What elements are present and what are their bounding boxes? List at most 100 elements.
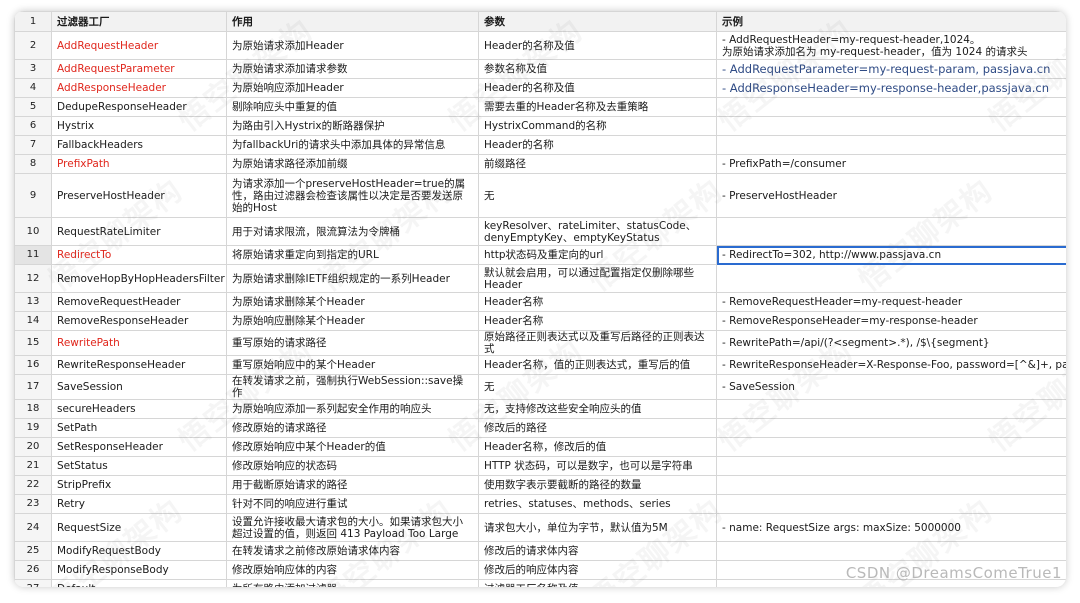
cell-parameters[interactable]: Header名称	[478, 311, 717, 331]
row-number[interactable]: 21	[14, 456, 52, 476]
cell-example[interactable]	[716, 475, 1066, 495]
cell-purpose[interactable]: 为fallbackUri的请求头中添加具体的异常信息	[226, 135, 479, 155]
cell-purpose[interactable]: 重写原始响应中的某个Header	[226, 355, 479, 375]
cell-purpose[interactable]: 修改原始响应体的内容	[226, 560, 479, 580]
cell-filter-name[interactable]: RequestSize	[51, 513, 227, 542]
cell-filter-name[interactable]: ModifyRequestBody	[51, 541, 227, 561]
cell-filter-name[interactable]: RewritePath	[51, 330, 227, 356]
cell-purpose[interactable]: 修改原始响应中某个Header的值	[226, 437, 479, 457]
cell-parameters[interactable]: 修改后的请求体内容	[478, 541, 717, 561]
cell-parameters[interactable]: 过滤器工厂名称及值	[478, 579, 717, 587]
row-number[interactable]: 24	[14, 513, 52, 542]
row-number[interactable]: 18	[14, 399, 52, 419]
cell-example[interactable]	[716, 116, 1066, 136]
header-example[interactable]: 示例	[716, 11, 1066, 32]
row-number[interactable]: 16	[14, 355, 52, 375]
cell-example[interactable]: - name: RequestSize args: maxSize: 50000…	[716, 513, 1066, 542]
cell-purpose[interactable]: 为原始响应添加Header	[226, 78, 479, 98]
cell-purpose[interactable]: 修改原始的请求路径	[226, 418, 479, 438]
cell-filter-name[interactable]: RewriteResponseHeader	[51, 355, 227, 375]
header-purpose[interactable]: 作用	[226, 11, 479, 32]
row-number[interactable]: 15	[14, 330, 52, 356]
cell-filter-name[interactable]: DedupeResponseHeader	[51, 97, 227, 117]
row-number[interactable]: 8	[14, 154, 52, 174]
cell-parameters[interactable]: 修改后的路径	[478, 418, 717, 438]
cell-parameters[interactable]: 无，支持修改这些安全响应头的值	[478, 399, 717, 419]
cell-parameters[interactable]: Header的名称及值	[478, 78, 717, 98]
cell-parameters[interactable]: 原始路径正则表达式以及重写后路径的正则表达式	[478, 330, 717, 356]
cell-example[interactable]	[716, 456, 1066, 476]
row-number[interactable]: 26	[14, 560, 52, 580]
cell-parameters[interactable]: HystrixCommand的名称	[478, 116, 717, 136]
row-number[interactable]: 13	[14, 292, 52, 312]
row-number[interactable]: 5	[14, 97, 52, 117]
cell-example[interactable]: - AddResponseHeader=my-response-header,p…	[716, 78, 1066, 98]
cell-filter-name[interactable]: SetStatus	[51, 456, 227, 476]
cell-parameters[interactable]: Header名称	[478, 292, 717, 312]
cell-parameters[interactable]: Header的名称及值	[478, 31, 717, 60]
cell-parameters[interactable]: 修改后的响应体内容	[478, 560, 717, 580]
cell-purpose[interactable]: 用于截断原始请求的路径	[226, 475, 479, 495]
row-number[interactable]: 6	[14, 116, 52, 136]
row-number[interactable]: 4	[14, 78, 52, 98]
cell-parameters[interactable]: http状态码及重定向的url	[478, 245, 717, 265]
cell-parameters[interactable]: 无	[478, 374, 717, 400]
cell-filter-name[interactable]: RemoveResponseHeader	[51, 311, 227, 331]
cell-parameters[interactable]: 需要去重的Header名称及去重策略	[478, 97, 717, 117]
cell-parameters[interactable]: 使用数字表示要截断的路径的数量	[478, 475, 717, 495]
cell-purpose[interactable]: 为原始请求路径添加前缀	[226, 154, 479, 174]
cell-filter-name[interactable]: Default	[51, 579, 227, 587]
cell-parameters[interactable]: Header的名称	[478, 135, 717, 155]
cell-filter-name[interactable]: PrefixPath	[51, 154, 227, 174]
cell-purpose[interactable]: 重写原始的请求路径	[226, 330, 479, 356]
cell-example[interactable]	[716, 399, 1066, 419]
cell-parameters[interactable]: Header名称，值的正则表达式，重写后的值	[478, 355, 717, 375]
row-number[interactable]: 14	[14, 311, 52, 331]
row-number[interactable]: 22	[14, 475, 52, 495]
cell-example[interactable]	[716, 264, 1066, 293]
header-filter-factory[interactable]: 过滤器工厂	[51, 11, 227, 32]
cell-filter-name[interactable]: secureHeaders	[51, 399, 227, 419]
row-number[interactable]: 9	[14, 173, 52, 218]
cell-parameters[interactable]: HTTP 状态码，可以是数字，也可以是字符串	[478, 456, 717, 476]
cell-example[interactable]	[716, 97, 1066, 117]
row-number[interactable]: 7	[14, 135, 52, 155]
cell-purpose[interactable]: 用于对请求限流，限流算法为令牌桶	[226, 217, 479, 246]
cell-example[interactable]	[716, 135, 1066, 155]
cell-parameters[interactable]: keyResolver、rateLimiter、statusCode、denyE…	[478, 217, 717, 246]
row-number[interactable]: 12	[14, 264, 52, 293]
header-parameters[interactable]: 参数	[478, 11, 717, 32]
cell-purpose[interactable]: 在转发请求之前修改原始请求体内容	[226, 541, 479, 561]
cell-filter-name[interactable]: ModifyResponseBody	[51, 560, 227, 580]
cell-filter-name[interactable]: RemoveRequestHeader	[51, 292, 227, 312]
cell-filter-name[interactable]: StripPrefix	[51, 475, 227, 495]
cell-parameters[interactable]: 请求包大小，单位为字节，默认值为5M	[478, 513, 717, 542]
cell-filter-name[interactable]: RedirectTo	[51, 245, 227, 265]
row-number[interactable]: 20	[14, 437, 52, 457]
cell-filter-name[interactable]: Hystrix	[51, 116, 227, 136]
cell-purpose[interactable]: 将原始请求重定向到指定的URL	[226, 245, 479, 265]
cell-example[interactable]: - PrefixPath=/consumer	[716, 154, 1066, 174]
cell-filter-name[interactable]: AddResponseHeader	[51, 78, 227, 98]
row-number[interactable]: 19	[14, 418, 52, 438]
cell-purpose[interactable]: 设置允许接收最大请求包的大小。如果请求包大小超过设置的值，则返回 413 Pay…	[226, 513, 479, 542]
cell-purpose[interactable]: 在转发请求之前，强制执行WebSession::save操作	[226, 374, 479, 400]
cell-purpose[interactable]: 为原始请求添加请求参数	[226, 59, 479, 79]
row-number[interactable]: 27	[14, 579, 52, 587]
cell-example[interactable]: - AddRequestHeader=my-request-header,102…	[716, 31, 1066, 60]
cell-purpose[interactable]: 为原始响应删除某个Header	[226, 311, 479, 331]
cell-filter-name[interactable]: PreserveHostHeader	[51, 173, 227, 218]
row-number[interactable]: 25	[14, 541, 52, 561]
cell-purpose[interactable]: 为原始请求删除某个Header	[226, 292, 479, 312]
cell-filter-name[interactable]: SetResponseHeader	[51, 437, 227, 457]
cell-filter-name[interactable]: Retry	[51, 494, 227, 514]
cell-example[interactable]	[716, 418, 1066, 438]
row-number[interactable]: 10	[14, 217, 52, 246]
cell-parameters[interactable]: 无	[478, 173, 717, 218]
cell-filter-name[interactable]: SetPath	[51, 418, 227, 438]
cell-purpose[interactable]: 为路由引入Hystrix的断路器保护	[226, 116, 479, 136]
cell-purpose[interactable]: 为原始请求删除IETF组织规定的一系列Header	[226, 264, 479, 293]
row-number[interactable]: 11	[14, 245, 52, 265]
cell-purpose[interactable]: 为请求添加一个preserveHostHeader=true的属性，路由过滤器会…	[226, 173, 479, 218]
cell-purpose[interactable]: 为原始请求添加Header	[226, 31, 479, 60]
